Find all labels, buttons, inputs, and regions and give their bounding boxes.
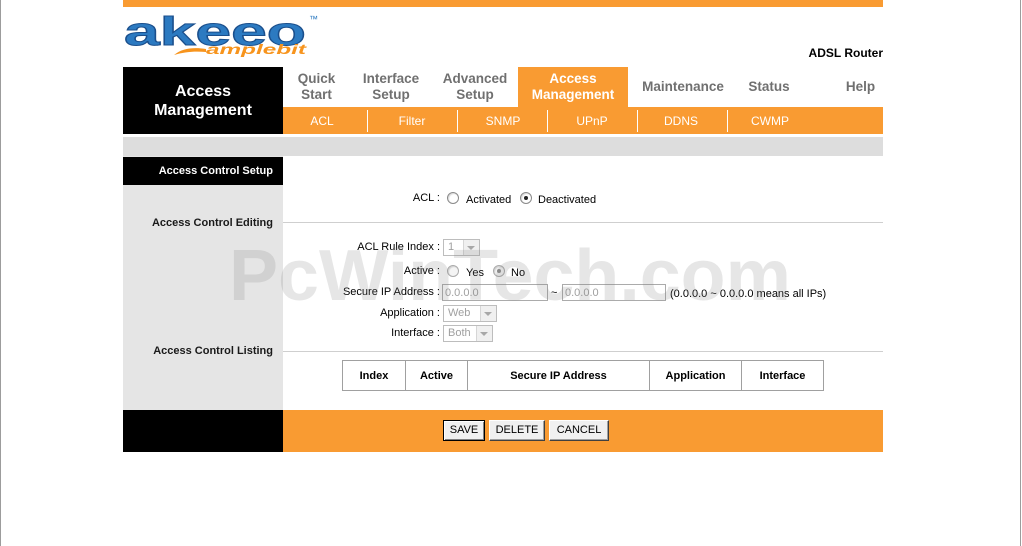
column-header-interface: Interface bbox=[741, 360, 824, 391]
section-title: Access Management bbox=[123, 67, 283, 134]
tab-label-line: Management bbox=[531, 87, 615, 102]
subnav-divider bbox=[637, 110, 638, 132]
window-left-border bbox=[0, 0, 1, 546]
tab-label-line: Help bbox=[845, 79, 876, 94]
sidebar-listing-label: Access Control Listing bbox=[153, 345, 273, 357]
column-header-index: Index bbox=[342, 360, 406, 391]
interface-label: Interface : bbox=[391, 327, 440, 339]
section-divider bbox=[283, 222, 883, 223]
section-title-line: Access bbox=[174, 82, 232, 100]
subnav-item-snmp[interactable]: SNMP bbox=[463, 108, 543, 134]
sidebar-editing-label: Access Control Editing bbox=[151, 217, 273, 229]
tab-maintenance[interactable]: Maintenance bbox=[628, 67, 738, 107]
tab-access-management[interactable]: Access Management bbox=[518, 67, 628, 107]
subnav-item-upnp[interactable]: UPnP bbox=[552, 108, 632, 134]
tab-label-line: Maintenance bbox=[642, 79, 724, 94]
product-name: ADSL Router bbox=[808, 46, 883, 60]
dropdown-arrow-icon bbox=[463, 240, 479, 255]
tab-label-line: Access bbox=[549, 71, 597, 86]
application-value: Web bbox=[448, 307, 471, 319]
tab-status[interactable]: Status bbox=[738, 67, 800, 107]
subnav-item-ddns[interactable]: DDNS bbox=[641, 108, 721, 134]
subnav-item-filter[interactable]: Filter bbox=[372, 108, 452, 134]
active-label: Active : bbox=[403, 265, 440, 277]
logo-trademark: ™ bbox=[309, 14, 318, 24]
subnav-divider bbox=[367, 110, 368, 132]
active-yes-radio[interactable] bbox=[447, 265, 459, 277]
subnav-divider bbox=[457, 110, 458, 132]
interface-select[interactable]: Both bbox=[443, 325, 493, 342]
tab-label-line: Advanced bbox=[442, 71, 508, 86]
save-button[interactable]: SAVE bbox=[443, 420, 485, 441]
dropdown-arrow-icon bbox=[480, 306, 496, 321]
rule-index-value: 1 bbox=[448, 241, 455, 253]
secure-ip-label: Secure IP Address : bbox=[342, 286, 440, 298]
section-divider bbox=[283, 351, 883, 352]
access-control-listing-table: Index Active Secure IP Address Applicati… bbox=[342, 360, 824, 391]
acl-deactivated-radio[interactable] bbox=[520, 192, 532, 204]
subnav-divider bbox=[547, 110, 548, 132]
subnav-item-cwmp[interactable]: CWMP bbox=[730, 108, 810, 134]
secure-ip-hint: (0.0.0.0 ~ 0.0.0.0 means all IPs) bbox=[670, 288, 827, 300]
tab-label-line: Quick bbox=[297, 71, 336, 86]
rule-index-label: ACL Rule Index : bbox=[357, 241, 440, 253]
column-header-active: Active bbox=[405, 360, 468, 391]
secure-ip-start-input[interactable] bbox=[442, 284, 548, 301]
section-title-line: Management bbox=[154, 101, 252, 119]
brand-logo: akeeo ™ amplebit bbox=[124, 10, 319, 58]
column-header-application: Application bbox=[649, 360, 742, 391]
active-no-radio[interactable] bbox=[493, 265, 505, 277]
tab-advanced-setup[interactable]: Advanced Setup bbox=[432, 67, 518, 107]
tab-quick-start[interactable]: Quick Start bbox=[283, 67, 350, 107]
active-no-label: No bbox=[511, 267, 526, 279]
tab-interface-setup[interactable]: Interface Setup bbox=[350, 67, 432, 107]
column-header-secure-ip: Secure IP Address bbox=[467, 360, 650, 391]
dropdown-arrow-icon bbox=[476, 326, 492, 341]
sidebar-setup-title: Access Control Setup bbox=[123, 157, 283, 185]
window-right-border bbox=[1020, 0, 1021, 546]
cancel-button[interactable]: CANCEL bbox=[549, 420, 609, 441]
delete-button[interactable]: DELETE bbox=[489, 420, 545, 441]
content-header-band bbox=[123, 137, 883, 156]
table-header-row: Index Active Secure IP Address Applicati… bbox=[342, 360, 824, 391]
active-yes-label: Yes bbox=[466, 267, 484, 279]
tab-label-line: Setup bbox=[456, 87, 494, 102]
tab-label-line: Interface bbox=[362, 71, 420, 86]
top-accent-bar bbox=[123, 0, 883, 7]
acl-deactivated-label: Deactivated bbox=[538, 194, 597, 206]
subnav-divider bbox=[727, 110, 728, 132]
application-select[interactable]: Web bbox=[443, 305, 497, 322]
secure-ip-range-separator: ~ bbox=[551, 287, 558, 299]
interface-value: Both bbox=[448, 327, 471, 339]
tab-label-line: Setup bbox=[372, 87, 410, 102]
acl-activated-radio[interactable] bbox=[447, 192, 459, 204]
rule-index-select[interactable]: 1 bbox=[443, 239, 480, 256]
acl-activated-label: Activated bbox=[466, 194, 512, 206]
tab-label-line: Status bbox=[748, 79, 790, 94]
tab-label-line: Start bbox=[301, 87, 332, 102]
logo-tagline: amplebit bbox=[206, 41, 308, 57]
secure-ip-end-input[interactable] bbox=[562, 284, 666, 301]
footer-left-block bbox=[123, 410, 283, 452]
tab-help[interactable]: Help bbox=[838, 67, 883, 107]
subnav-item-acl[interactable]: ACL bbox=[282, 108, 362, 134]
sidebar bbox=[123, 156, 283, 410]
application-label: Application : bbox=[380, 307, 440, 319]
acl-label: ACL : bbox=[412, 192, 440, 204]
